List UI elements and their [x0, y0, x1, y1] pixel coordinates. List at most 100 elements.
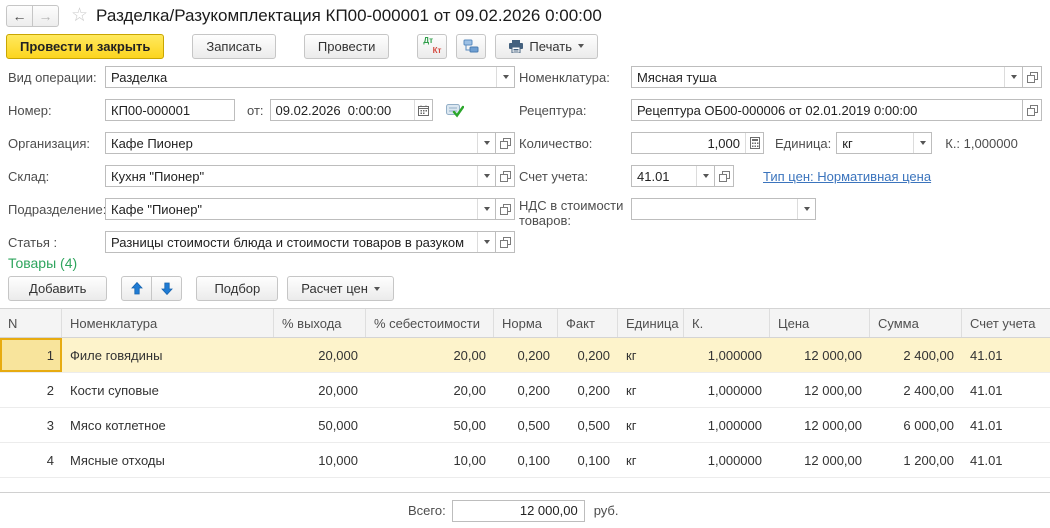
table-cell[interactable]: 1: [0, 338, 62, 372]
table-cell[interactable]: 41.01: [962, 338, 1050, 372]
calendar-icon[interactable]: [414, 100, 432, 120]
table-cell[interactable]: 0,200: [494, 373, 558, 407]
table-cell[interactable]: 12 000,00: [770, 443, 870, 477]
selection-button[interactable]: Подбор: [196, 276, 278, 301]
table-cell[interactable]: Филе говядины: [62, 338, 274, 372]
move-row-down-button[interactable]: [151, 276, 182, 301]
column-header[interactable]: % выхода: [274, 309, 366, 337]
organization-dropdown[interactable]: [477, 133, 495, 153]
account-dropdown[interactable]: [696, 166, 714, 186]
table-cell[interactable]: кг: [618, 373, 684, 407]
table-row[interactable]: 4Мясные отходы10,00010,000,1000,100кг1,0…: [0, 443, 1050, 478]
table-cell[interactable]: 4: [0, 443, 62, 477]
column-header[interactable]: Номенклатура: [62, 309, 274, 337]
table-cell[interactable]: 6 000,00: [870, 408, 962, 442]
table-cell[interactable]: Мясо котлетное: [62, 408, 274, 442]
move-row-up-button[interactable]: [121, 276, 152, 301]
article-dropdown[interactable]: [477, 232, 495, 252]
table-cell[interactable]: 41.01: [962, 408, 1050, 442]
table-cell[interactable]: 2 400,00: [870, 373, 962, 407]
recipe-open-icon[interactable]: [1022, 99, 1042, 121]
table-cell[interactable]: 20,00: [366, 373, 494, 407]
nomenclature-open-icon[interactable]: [1022, 66, 1042, 88]
department-dropdown[interactable]: [477, 199, 495, 219]
operation-type-dropdown[interactable]: [496, 67, 514, 87]
recipe-field[interactable]: Рецептура ОБ00-000006 от 02.01.2019 0:00…: [631, 99, 1023, 121]
post-and-close-button[interactable]: Провести и закрыть: [6, 34, 164, 59]
table-row[interactable]: 3Мясо котлетное50,00050,000,5000,500кг1,…: [0, 408, 1050, 443]
table-cell[interactable]: кг: [618, 443, 684, 477]
calculator-icon[interactable]: [745, 133, 763, 153]
column-header[interactable]: N: [0, 309, 62, 337]
forward-button[interactable]: →: [32, 5, 59, 27]
back-button[interactable]: ←: [6, 5, 33, 27]
column-header[interactable]: Цена: [770, 309, 870, 337]
table-cell[interactable]: 12 000,00: [770, 408, 870, 442]
table-cell[interactable]: 12 000,00: [770, 338, 870, 372]
table-row[interactable]: 1Филе говядины20,00020,000,2000,200кг1,0…: [0, 338, 1050, 373]
table-cell[interactable]: кг: [618, 338, 684, 372]
column-header[interactable]: К.: [684, 309, 770, 337]
table-cell[interactable]: 0,100: [558, 443, 618, 477]
show-postings-button[interactable]: ДтКт: [417, 34, 447, 59]
table-cell[interactable]: Мясные отходы: [62, 443, 274, 477]
total-input[interactable]: [452, 500, 585, 522]
table-cell[interactable]: 1,000000: [684, 408, 770, 442]
column-header[interactable]: Сумма: [870, 309, 962, 337]
warehouse-open-icon[interactable]: [495, 165, 515, 187]
article-field[interactable]: Разницы стоимости блюда и стоимости това…: [105, 231, 496, 253]
price-type-link[interactable]: Тип цен: Нормативная цена: [763, 169, 931, 184]
favorite-star-icon[interactable]: ☆: [71, 6, 88, 25]
table-cell[interactable]: 1,000000: [684, 338, 770, 372]
table-cell[interactable]: 0,200: [558, 338, 618, 372]
print-button[interactable]: Печать: [495, 34, 598, 59]
nomenclature-field[interactable]: Мясная туша: [631, 66, 1023, 88]
column-header[interactable]: % себестоимости: [366, 309, 494, 337]
table-cell[interactable]: 50,000: [274, 408, 366, 442]
unit-dropdown[interactable]: [913, 133, 931, 153]
table-cell[interactable]: 0,200: [494, 338, 558, 372]
table-cell[interactable]: 0,500: [494, 408, 558, 442]
department-open-icon[interactable]: [495, 198, 515, 220]
column-header[interactable]: Норма: [494, 309, 558, 337]
table-cell[interactable]: 0,100: [494, 443, 558, 477]
column-header[interactable]: Единица: [618, 309, 684, 337]
table-cell[interactable]: Кости суповые: [62, 373, 274, 407]
account-open-icon[interactable]: [714, 165, 734, 187]
table-cell[interactable]: 1 200,00: [870, 443, 962, 477]
date-field[interactable]: 09.02.2026 0:00:00: [270, 99, 433, 121]
warehouse-dropdown[interactable]: [477, 166, 495, 186]
vat-field[interactable]: [631, 198, 816, 220]
table-cell[interactable]: 2: [0, 373, 62, 407]
post-button[interactable]: Провести: [304, 34, 390, 59]
table-cell[interactable]: 20,000: [274, 373, 366, 407]
save-button[interactable]: Записать: [192, 34, 276, 59]
organization-open-icon[interactable]: [495, 132, 515, 154]
table-cell[interactable]: 10,00: [366, 443, 494, 477]
quantity-field[interactable]: 1,000: [631, 132, 764, 154]
table-cell[interactable]: 20,000: [274, 338, 366, 372]
document-structure-button[interactable]: [456, 34, 486, 59]
column-header[interactable]: Факт: [558, 309, 618, 337]
table-cell[interactable]: 0,500: [558, 408, 618, 442]
vat-dropdown[interactable]: [797, 199, 815, 219]
article-open-icon[interactable]: [495, 231, 515, 253]
table-cell[interactable]: 41.01: [962, 373, 1050, 407]
table-cell[interactable]: 10,000: [274, 443, 366, 477]
organization-field[interactable]: Кафе Пионер: [105, 132, 496, 154]
table-cell[interactable]: 0,200: [558, 373, 618, 407]
table-cell[interactable]: 1,000000: [684, 373, 770, 407]
price-calc-button[interactable]: Расчет цен: [287, 276, 394, 301]
warehouse-field[interactable]: Кухня "Пионер": [105, 165, 496, 187]
table-row[interactable]: 2Кости суповые20,00020,000,2000,200кг1,0…: [0, 373, 1050, 408]
table-cell[interactable]: 1,000000: [684, 443, 770, 477]
table-cell[interactable]: 20,00: [366, 338, 494, 372]
number-field[interactable]: КП00-000001: [105, 99, 235, 121]
account-field[interactable]: 41.01: [631, 165, 715, 187]
table-cell[interactable]: 3: [0, 408, 62, 442]
table-cell[interactable]: 12 000,00: [770, 373, 870, 407]
operation-type-field[interactable]: Разделка: [105, 66, 515, 88]
table-cell[interactable]: 50,00: [366, 408, 494, 442]
table-cell[interactable]: 2 400,00: [870, 338, 962, 372]
department-field[interactable]: Кафе "Пионер": [105, 198, 496, 220]
